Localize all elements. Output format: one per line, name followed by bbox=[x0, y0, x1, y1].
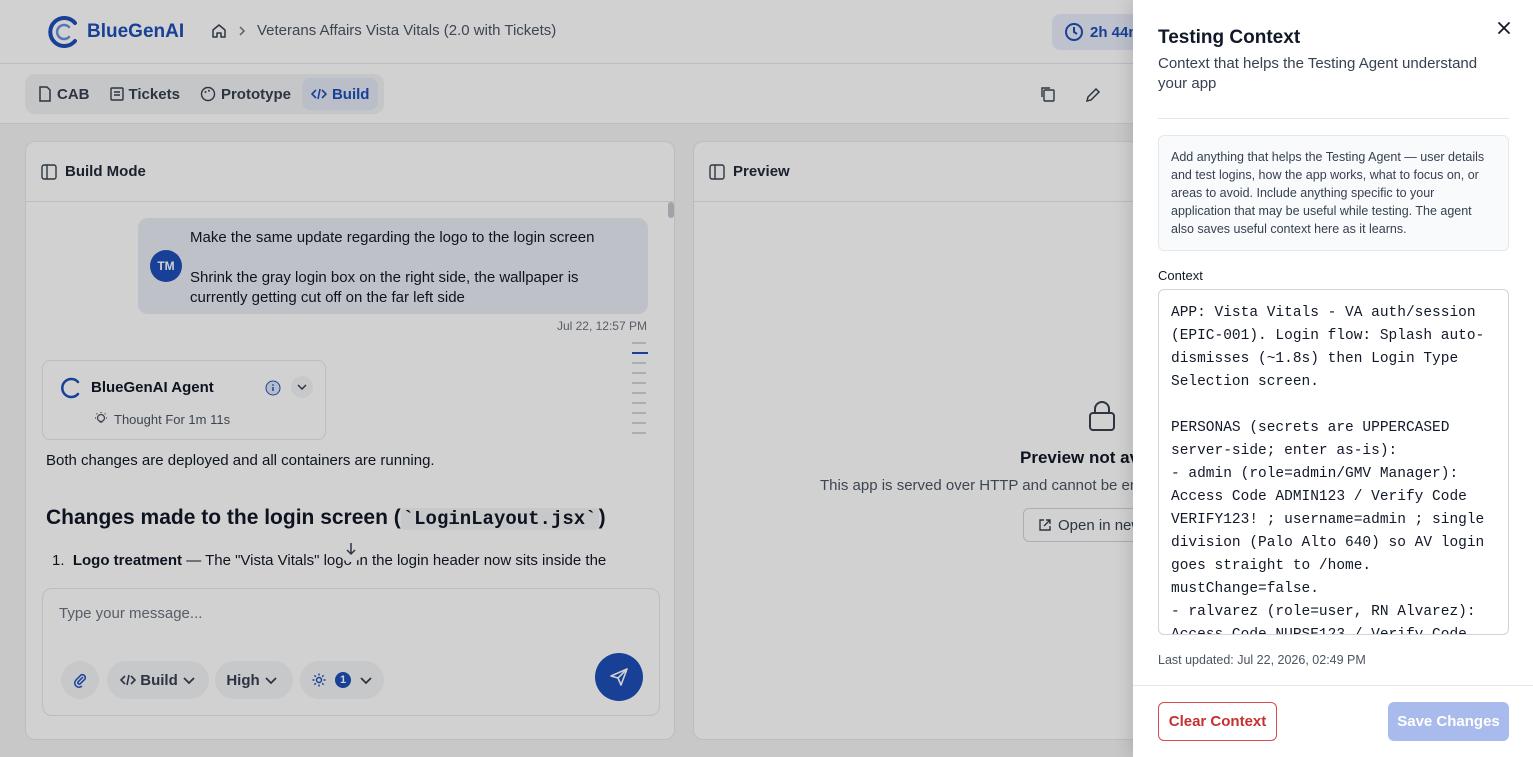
testing-context-drawer: Testing Context Context that helps the T… bbox=[1133, 0, 1533, 757]
clear-context-button[interactable]: Clear Context bbox=[1158, 702, 1277, 741]
context-textarea[interactable]: APP: Vista Vitals - VA auth/session (EPI… bbox=[1158, 289, 1509, 635]
save-changes-button[interactable]: Save Changes bbox=[1388, 702, 1509, 741]
drawer-title: Testing Context bbox=[1158, 27, 1301, 48]
divider bbox=[1133, 685, 1533, 686]
divider bbox=[1158, 118, 1509, 119]
last-updated: Last updated: Jul 22, 2026, 02:49 PM bbox=[1158, 653, 1366, 667]
drawer-subtitle: Context that helps the Testing Agent und… bbox=[1158, 55, 1478, 92]
context-label: Context bbox=[1158, 268, 1203, 283]
context-help-note: Add anything that helps the Testing Agen… bbox=[1158, 135, 1509, 251]
close-icon[interactable] bbox=[1495, 19, 1513, 37]
